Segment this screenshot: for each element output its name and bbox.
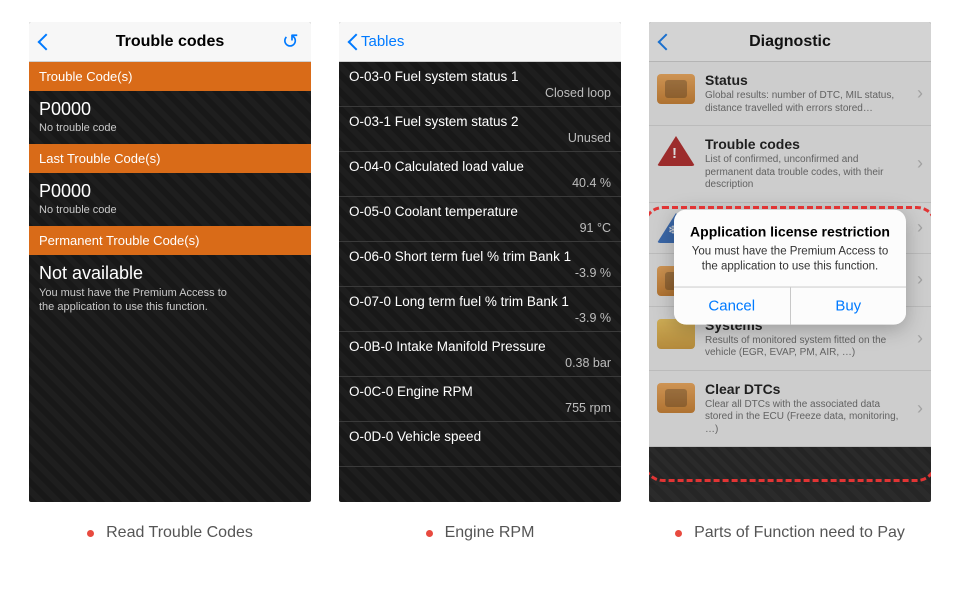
row-label: O-06-0 Short term fuel % trim Bank 1 [349, 249, 611, 264]
table-row[interactable]: O-07-0 Long term fuel % trim Bank 1 -3.9 … [339, 287, 621, 332]
chevron-right-icon: › [917, 153, 923, 174]
code-desc: No trouble code [39, 204, 301, 216]
navbar: Diagnostic [649, 22, 931, 62]
row-label: O-0C-0 Engine RPM [349, 384, 611, 399]
nav-title: Trouble codes [29, 33, 311, 51]
row-value: 91 °C [349, 221, 611, 237]
diagnostic-row[interactable]: Clear DTCs Clear all DTCs with the associ… [649, 371, 931, 448]
row-label: O-0D-0 Vehicle speed [349, 429, 611, 444]
screen-trouble-codes: Trouble codes ↻ Trouble Code(s) P0000 No… [29, 22, 311, 502]
diag-desc: Global results: number of DTC, MIL statu… [705, 90, 907, 115]
back-label: Tables [361, 33, 404, 50]
clear-icon [657, 383, 695, 413]
diag-title: Status [705, 72, 907, 88]
trouble-code-row[interactable]: P0000 No trouble code [29, 91, 311, 144]
chevron-left-icon [347, 32, 359, 52]
diag-desc: Results of monitored system fitted on th… [705, 335, 907, 360]
row-label: O-05-0 Coolant temperature [349, 204, 611, 219]
row-label: O-04-0 Calculated load value [349, 159, 611, 174]
caption: Read Trouble Codes [29, 524, 311, 542]
row-value: Unused [349, 131, 611, 147]
code-value: Not available [39, 263, 301, 284]
alert-title: Application license restriction [688, 224, 892, 240]
row-value: Closed loop [349, 86, 611, 102]
trouble-code-row[interactable]: P0000 No trouble code [29, 173, 311, 226]
trouble-code-row[interactable]: Not available You must have the Premium … [29, 255, 311, 325]
code-body: You must have the Premium Access to the … [39, 286, 239, 315]
row-value: 40.4 % [349, 176, 611, 192]
diagnostic-row[interactable]: Trouble codes List of confirmed, unconfir… [649, 126, 931, 203]
back-button[interactable]: Tables [347, 32, 404, 52]
row-label: O-03-0 Fuel system status 1 [349, 69, 611, 84]
caption-text: Read Trouble Codes [106, 524, 253, 542]
alert-buy-button[interactable]: Buy [790, 287, 907, 324]
warning-triangle-icon [657, 136, 695, 166]
alert-message: You must have the Premium Access to the … [688, 245, 892, 275]
table-row[interactable]: O-0D-0 Vehicle speed [339, 422, 621, 467]
screen-diagnostic: Diagnostic Status Global results: number … [649, 22, 931, 502]
row-label: O-03-1 Fuel system status 2 [349, 114, 611, 129]
bullet-icon [426, 530, 433, 537]
chevron-right-icon: › [917, 269, 923, 290]
bullet-icon [675, 530, 682, 537]
diag-desc: List of confirmed, unconfirmed and perma… [705, 154, 907, 192]
carbon-footer [649, 447, 931, 485]
table-row[interactable]: O-03-1 Fuel system status 2 Unused [339, 107, 621, 152]
code-value: P0000 [39, 181, 301, 202]
bullet-icon [87, 530, 94, 537]
chevron-right-icon: › [917, 328, 923, 349]
code-desc: No trouble code [39, 122, 301, 134]
chevron-right-icon: › [917, 398, 923, 419]
diag-title: Clear DTCs [705, 381, 907, 397]
table-row[interactable]: O-0C-0 Engine RPM 755 rpm [339, 377, 621, 422]
captions-row: Read Trouble Codes Engine RPM Parts of F… [26, 524, 934, 542]
section-header: Trouble Code(s) [29, 62, 311, 91]
status-icon [657, 74, 695, 104]
code-value: P0000 [39, 99, 301, 120]
caption-text: Parts of Function need to Pay [694, 524, 905, 542]
diag-title: Trouble codes [705, 136, 907, 152]
row-label: O-07-0 Long term fuel % trim Bank 1 [349, 294, 611, 309]
navbar: Trouble codes ↻ [29, 22, 311, 62]
caption-text: Engine RPM [445, 524, 535, 542]
chevron-right-icon: › [917, 83, 923, 104]
row-value: 755 rpm [349, 401, 611, 417]
chevron-right-icon: › [917, 217, 923, 238]
table-row[interactable]: O-03-0 Fuel system status 1 Closed loop [339, 62, 621, 107]
alert-cancel-button[interactable]: Cancel [674, 287, 790, 324]
nav-title: Diagnostic [649, 33, 931, 51]
row-value: -3.9 % [349, 311, 611, 327]
section-header: Last Trouble Code(s) [29, 144, 311, 173]
table-row[interactable]: O-06-0 Short term fuel % trim Bank 1 -3.9… [339, 242, 621, 287]
refresh-button[interactable]: ↻ [278, 30, 303, 54]
table-row[interactable]: O-05-0 Coolant temperature 91 °C [339, 197, 621, 242]
caption: Parts of Function need to Pay [649, 524, 931, 542]
section-header: Permanent Trouble Code(s) [29, 226, 311, 255]
row-value: 0.38 bar [349, 356, 611, 372]
navbar: Tables [339, 22, 621, 62]
diagnostic-row[interactable]: Status Global results: number of DTC, MIL… [649, 62, 931, 126]
alert-dialog: Application license restriction You must… [674, 210, 906, 325]
table-row[interactable]: O-04-0 Calculated load value 40.4 % [339, 152, 621, 197]
caption: Engine RPM [339, 524, 621, 542]
table-row[interactable]: O-0B-0 Intake Manifold Pressure 0.38 bar [339, 332, 621, 377]
row-label: O-0B-0 Intake Manifold Pressure [349, 339, 611, 354]
screen-tables: Tables O-03-0 Fuel system status 1 Closed… [339, 22, 621, 502]
row-value: -3.9 % [349, 266, 611, 282]
diag-desc: Clear all DTCs with the associated data … [705, 399, 907, 437]
row-value [349, 446, 611, 462]
